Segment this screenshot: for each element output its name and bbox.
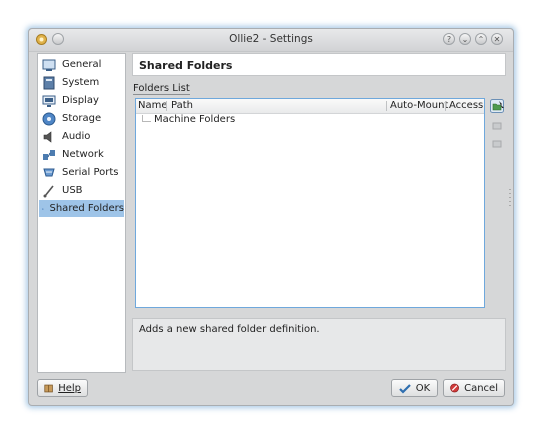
description-panel: Adds a new shared folder definition. <box>132 318 506 371</box>
shared-folders-icon <box>42 208 44 210</box>
remove-shared-folder-icon[interactable] <box>490 137 504 151</box>
help-button-label: Help <box>58 382 81 394</box>
folders-list[interactable]: Name Path Auto-Mount Access Machine Fold… <box>135 98 485 308</box>
storage-icon <box>42 112 56 125</box>
column-separator[interactable] <box>166 101 167 111</box>
tree-branch-line <box>142 115 151 122</box>
edit-shared-folder-icon[interactable] <box>490 119 504 133</box>
folders-list-header: Name Path Auto-Mount Access <box>136 99 484 114</box>
usb-icon <box>43 185 54 197</box>
column-header-name[interactable]: Name <box>138 100 168 111</box>
sidebar-item-label: Serial Ports <box>62 167 119 178</box>
sidebar-item-usb[interactable]: USB <box>39 182 124 199</box>
maximize-button[interactable]: ⌃ <box>475 33 487 45</box>
splitter-handle[interactable] <box>509 189 511 207</box>
minimize-button[interactable]: ⌄ <box>459 33 471 45</box>
column-header-access[interactable]: Access <box>449 100 483 111</box>
description-text: Adds a new shared folder definition. <box>139 324 320 335</box>
sidebar-item-display[interactable]: Display <box>39 92 124 109</box>
sidebar-item-storage[interactable]: Storage <box>39 110 124 127</box>
help-title-button[interactable]: ? <box>443 33 455 45</box>
sidebar-item-label: USB <box>62 185 83 196</box>
sidebar-item-label: Display <box>62 95 99 106</box>
tree-item-machine-folders[interactable]: Machine Folders <box>154 114 235 125</box>
settings-window: Ollie2 - Settings ? ⌄ ⌃ ✕ General System… <box>28 28 514 406</box>
column-header-auto-mount[interactable]: Auto-Mount <box>390 100 448 111</box>
general-icon <box>42 59 56 71</box>
settings-content: Shared Folders Folders List Name Path Au… <box>132 53 506 371</box>
sidebar-item-label: Network <box>62 149 104 160</box>
page-header: Shared Folders <box>132 53 506 76</box>
column-separator[interactable] <box>445 101 446 111</box>
sidebar-item-general[interactable]: General <box>39 56 124 73</box>
close-button[interactable]: ✕ <box>491 33 503 45</box>
serial-ports-icon <box>43 168 55 176</box>
sidebar-item-audio[interactable]: Audio <box>39 128 124 145</box>
sidebar-item-label: Storage <box>62 113 102 124</box>
audio-icon <box>43 130 52 143</box>
sidebar-item-network[interactable]: Network <box>39 146 124 163</box>
add-shared-folder-icon[interactable] <box>490 99 504 113</box>
sidebar-item-label: System <box>62 77 100 88</box>
ok-button[interactable]: OK <box>391 379 438 397</box>
column-header-path[interactable]: Path <box>171 100 193 111</box>
sidebar-item-label: General <box>62 59 102 70</box>
sidebar-item-shared-folders[interactable]: Shared Folders <box>39 200 124 217</box>
column-separator[interactable] <box>386 101 387 111</box>
sidebar-item-label: Shared Folders <box>49 203 125 214</box>
cancel-button-label: Cancel <box>464 382 498 394</box>
window-title: Ollie2 - Settings <box>229 33 313 45</box>
folders-list-label: Folders List <box>133 83 190 95</box>
display-icon <box>42 95 56 107</box>
checkmark-icon <box>399 383 411 394</box>
settings-sidebar: General System Display Storage Audio Net… <box>37 53 126 373</box>
title-bar[interactable]: Ollie2 - Settings ? ⌄ ⌃ ✕ <box>29 29 513 52</box>
cancel-icon <box>450 383 459 393</box>
help-book-icon <box>44 384 53 392</box>
page-title: Shared Folders <box>139 59 233 72</box>
help-button[interactable]: Help <box>37 379 88 397</box>
sidebar-item-system[interactable]: System <box>39 74 124 91</box>
system-icon <box>43 76 55 89</box>
network-icon <box>43 149 55 160</box>
sidebar-item-serial-ports[interactable]: Serial Ports <box>39 164 124 181</box>
cancel-button[interactable]: Cancel <box>443 379 505 397</box>
sidebar-item-label: Audio <box>62 131 91 142</box>
ok-button-label: OK <box>415 382 431 394</box>
